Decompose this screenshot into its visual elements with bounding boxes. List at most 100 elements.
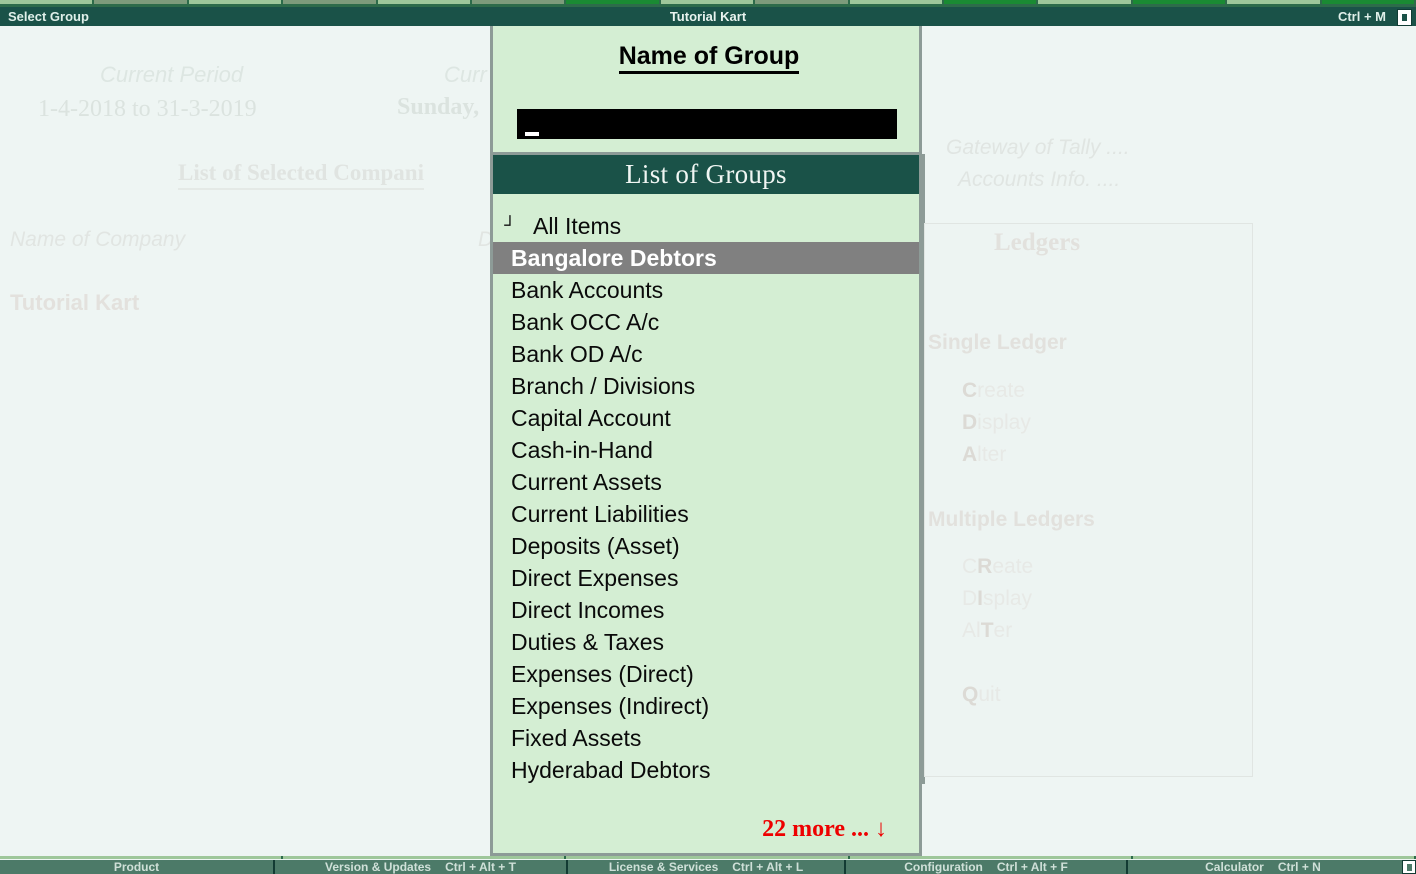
shortcut-ctrl-m[interactable]: Ctrl + M	[1338, 9, 1386, 24]
list-item[interactable]: Cash-in-Hand	[493, 434, 919, 466]
top-strip-segment	[378, 0, 472, 4]
menu-item-multi-create[interactable]: CReate	[962, 555, 1033, 579]
status-shortcut: Ctrl + Alt + T	[445, 860, 516, 874]
top-strip-segment	[944, 0, 1038, 4]
list-item-label: Expenses (Indirect)	[511, 693, 709, 719]
menu-item-multi-display[interactable]: DIsplay	[962, 587, 1032, 611]
status-cell-license-services[interactable]: License & Services Ctrl + Alt + L	[568, 860, 846, 874]
list-item[interactable]: Bank Accounts	[493, 274, 919, 306]
list-item-label: Duties & Taxes	[511, 629, 664, 655]
menu-item-multi-alter[interactable]: AlTer	[962, 619, 1012, 643]
top-button-strip	[0, 0, 1416, 7]
list-item[interactable]: Current Assets	[493, 466, 919, 498]
multiple-ledgers-heading: Multiple Ledgers	[928, 508, 1095, 532]
bottom-strip-segment	[1133, 856, 1416, 859]
list-item-label: Current Liabilities	[511, 501, 689, 527]
list-item-label: Branch / Divisions	[511, 373, 695, 399]
list-item[interactable]: Direct Incomes	[493, 594, 919, 626]
list-item[interactable]: Hyderabad Debtors	[493, 754, 919, 786]
current-date-label: Curr	[444, 62, 487, 88]
top-strip-segment	[755, 0, 849, 4]
list-item[interactable]: Deposits (Asset)	[493, 530, 919, 562]
list-item-label: Cash-in-Hand	[511, 437, 653, 463]
top-strip-segment	[1322, 0, 1416, 4]
status-label: License & Services	[609, 860, 718, 874]
top-strip-segment	[1133, 0, 1227, 4]
list-item[interactable]: Bank OD A/c	[493, 338, 919, 370]
breadcrumb-gateway: Gateway of Tally ....	[946, 136, 1130, 160]
bottom-strip-segment	[0, 856, 283, 859]
status-label: Calculator	[1205, 860, 1264, 874]
list-item-label: Bank OCC A/c	[511, 309, 659, 335]
list-of-groups-popup: List of Groups ┘ All Items Bangalore Deb…	[490, 152, 922, 856]
list-item[interactable]: Duties & Taxes	[493, 626, 919, 658]
company-row-value: Tutorial Kart	[10, 290, 139, 316]
menu-item-alter[interactable]: Alter	[962, 443, 1006, 467]
single-ledger-heading: Single Ledger	[928, 331, 1067, 355]
list-item-label: Direct Incomes	[511, 597, 664, 623]
more-items-label: 22 more ...	[762, 816, 869, 842]
status-label: Version & Updates	[325, 860, 431, 874]
list-item[interactable]: Branch / Divisions	[493, 370, 919, 402]
status-label: Product	[114, 860, 159, 874]
current-period-value: 1-4-2018 to 31-3-2019	[38, 96, 257, 123]
top-strip-segment	[94, 0, 188, 4]
menu-item-quit[interactable]: Quit	[962, 683, 1001, 707]
list-item-label: Bank Accounts	[511, 277, 663, 303]
status-bar: Product Version & Updates Ctrl + Alt + T…	[0, 860, 1416, 874]
status-shortcut: Ctrl + N	[1278, 860, 1321, 874]
menu-item-create[interactable]: Create	[962, 379, 1025, 403]
list-item[interactable]: Direct Expenses	[493, 562, 919, 594]
list-item-all-items[interactable]: ┘ All Items	[493, 210, 919, 242]
top-strip-segment	[566, 0, 660, 4]
top-strip-segment	[0, 0, 94, 4]
list-item-label: Deposits (Asset)	[511, 533, 680, 559]
list-item[interactable]: Expenses (Indirect)	[493, 690, 919, 722]
list-of-groups-header: List of Groups	[493, 155, 919, 194]
status-cell-calculator[interactable]: Calculator Ctrl + N	[1128, 860, 1398, 874]
status-shortcut: Ctrl + Alt + F	[997, 860, 1068, 874]
list-item-label: Current Assets	[511, 469, 662, 495]
list-item-label: Bank OD A/c	[511, 341, 643, 367]
list-item-label: All Items	[527, 210, 621, 242]
list-item-label: Fixed Assets	[511, 725, 641, 751]
name-of-group-panel: Name of Group	[490, 26, 922, 154]
window-minimize-icon[interactable]	[1397, 9, 1412, 26]
list-item[interactable]: Capital Account	[493, 402, 919, 434]
top-strip-segment	[1227, 0, 1321, 4]
more-items-indicator[interactable]: 22 more ... ↓	[493, 815, 919, 843]
list-item-label: Capital Account	[511, 405, 671, 431]
bottom-strip-segment	[566, 856, 849, 859]
list-item[interactable]: Bank OCC A/c	[493, 306, 919, 338]
status-cell-configuration[interactable]: Configuration Ctrl + Alt + F	[846, 860, 1128, 874]
list-item[interactable]: Fixed Assets	[493, 722, 919, 754]
current-period-label: Current Period	[100, 62, 243, 88]
list-item[interactable]: Current Liabilities	[493, 498, 919, 530]
list-item-label: Hyderabad Debtors	[511, 757, 710, 783]
top-strip-segment	[850, 0, 944, 4]
enter-key-icon: ┘	[493, 210, 527, 242]
status-cell-version-updates[interactable]: Version & Updates Ctrl + Alt + T	[275, 860, 568, 874]
top-strip-segment	[1038, 0, 1132, 4]
menu-item-display[interactable]: Display	[962, 411, 1031, 435]
arrow-down-icon: ↓	[875, 815, 887, 842]
list-item[interactable]: Bangalore Debtors	[493, 242, 919, 274]
top-strip-segment	[661, 0, 755, 4]
status-shortcut: Ctrl + Alt + L	[732, 860, 803, 874]
bottom-strip-segment	[850, 856, 1133, 859]
company-title: Tutorial Kart	[0, 9, 1416, 24]
list-item[interactable]: Expenses (Direct)	[493, 658, 919, 690]
top-strip-segment	[472, 0, 566, 4]
text-caret	[525, 132, 539, 136]
company-column-header: Name of Company	[10, 228, 185, 252]
group-name-input[interactable]	[517, 109, 897, 139]
breadcrumb-accounts-info: Accounts Info. ....	[958, 168, 1120, 192]
top-strip-segment	[189, 0, 283, 4]
list-item-label: Direct Expenses	[511, 565, 678, 591]
status-bar-end-icon[interactable]	[1402, 860, 1416, 874]
status-label: Configuration	[904, 860, 983, 874]
status-cell-product[interactable]: Product	[0, 860, 275, 874]
bottom-strip-segment	[283, 856, 566, 859]
list-item-label: Bangalore Debtors	[511, 245, 717, 271]
selected-companies-title: List of Selected Compani	[178, 160, 424, 190]
